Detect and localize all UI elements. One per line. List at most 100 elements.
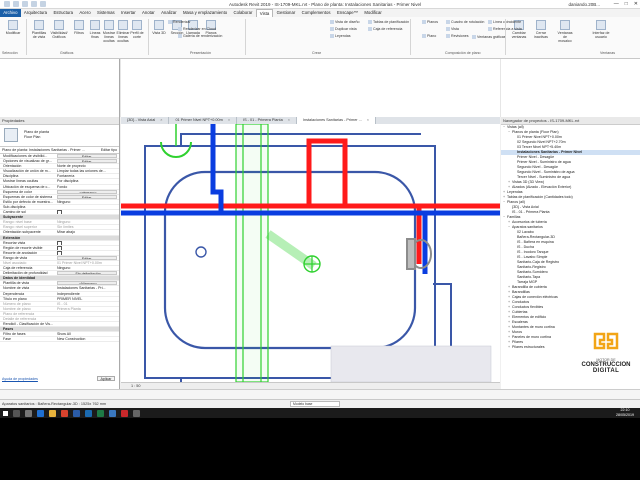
ribbon-small-13[interactable]: Ventanas gráficas — [472, 35, 506, 40]
window-controls[interactable]: — □ ✕ — [614, 0, 638, 9]
view-tab-0[interactable]: {3D} - Vista Axial × — [121, 117, 170, 124]
task-view-icon[interactable] — [22, 408, 34, 418]
property-checkbox[interactable] — [55, 241, 119, 245]
ribbon-small-15[interactable]: Plano — [422, 34, 436, 39]
ribbon-tool-2[interactable]: Visibilidad/ Gráficos — [50, 20, 68, 39]
property-value[interactable] — [55, 205, 119, 209]
ribbon-small-6[interactable]: Tablas de planificación — [368, 20, 409, 25]
property-value[interactable]: Norte de proyecto — [55, 164, 119, 168]
property-value[interactable]: Mirar abajo — [55, 230, 119, 234]
revit-icon[interactable] — [82, 408, 94, 418]
property-value[interactable]: Ninguno — [55, 200, 119, 204]
ribbon-tool-14[interactable]: Ventanas de mosaico — [556, 20, 574, 43]
menu-tab-3[interactable]: Acero — [76, 9, 94, 17]
property-edit-button[interactable]: Editar... — [57, 159, 117, 164]
ribbon-small-7[interactable]: Caja de referencia — [368, 27, 402, 32]
ribbon-small-8[interactable]: Planos — [422, 20, 438, 25]
ribbon-small-14[interactable]: Revisiones — [446, 34, 469, 39]
close-icon[interactable]: × — [288, 118, 290, 122]
menu-tab-13[interactable]: Enscape™ — [334, 9, 361, 17]
property-checkbox[interactable] — [55, 251, 119, 255]
bathtub[interactable] — [163, 170, 417, 350]
menu-tab-11[interactable]: Gestionar — [273, 9, 298, 17]
property-checkbox[interactable] — [55, 210, 119, 214]
property-value[interactable]: Ninguno — [55, 266, 119, 270]
edge-icon[interactable] — [34, 408, 46, 418]
property-value[interactable]: Independiente — [55, 292, 119, 296]
menu-tab-12[interactable]: Complementos — [298, 9, 333, 17]
view-control-bar[interactable]: 1 : 50 — [121, 382, 500, 389]
open-icon[interactable] — [4, 1, 10, 7]
property-edit-button[interactable]: Sin delimitación — [57, 271, 117, 276]
floor-plan-canvas[interactable] — [121, 124, 500, 382]
property-value[interactable]: PRIMER NIVEL — [55, 297, 119, 301]
property-checkbox[interactable] — [55, 246, 119, 250]
property-edit-button[interactable]: <ninguno> — [57, 189, 117, 194]
property-edit-button[interactable]: <Ninguno> — [57, 281, 117, 286]
property-edit-button[interactable]: Editar... — [57, 255, 117, 260]
menu-tab-5[interactable]: Insertar — [118, 9, 139, 17]
user-name[interactable]: daniando.20B... — [568, 0, 600, 9]
word-icon[interactable] — [70, 408, 82, 418]
type-selector[interactable]: Plano de planta Floor Plan — [0, 125, 119, 147]
menu-tab-8[interactable]: Masa y emplazamiento — [180, 9, 231, 17]
apply-button[interactable]: Aplicar — [97, 376, 115, 381]
close-icon[interactable]: ✕ — [634, 0, 638, 9]
property-value[interactable]: Ninguno — [55, 220, 119, 224]
close-icon[interactable]: × — [160, 118, 162, 122]
save-icon[interactable] — [13, 1, 19, 7]
menu-tab-2[interactable]: Estructura — [50, 9, 76, 17]
minimize-icon[interactable]: — — [614, 0, 619, 9]
property-value[interactable]: Por disciplina — [55, 179, 119, 183]
ribbon-small-4[interactable]: Duplicar vista — [330, 27, 357, 32]
property-edit-button[interactable]: Editar... — [57, 194, 117, 199]
property-edit-button[interactable]: Editar... — [57, 154, 117, 159]
view-tab-1[interactable]: 01 Primer Nivel NPT+0.00m × — [169, 117, 238, 124]
ribbon-small-3[interactable]: Vista de diseño — [330, 20, 360, 25]
red-pipes[interactable] — [121, 138, 500, 264]
menu-tab-0[interactable]: Archivo — [0, 9, 21, 17]
app-icon[interactable] — [130, 408, 142, 418]
instance-filter[interactable]: Plano de planta: Instalaciones Sanitaria… — [0, 147, 119, 154]
view-scale[interactable]: 1 : 50 — [131, 384, 141, 388]
ribbon-small-9[interactable]: Cuadro de rotulación — [446, 20, 484, 25]
menu-tab-7[interactable]: Analizar — [158, 9, 180, 17]
menu-tab-4[interactable]: Sistemas — [94, 9, 118, 17]
property-value[interactable] — [55, 312, 119, 316]
ribbon-tool-13[interactable]: Cerrar inactivas — [532, 20, 550, 39]
property-value[interactable]: Limpiar todas las uniones de... — [55, 169, 119, 173]
property-row[interactable]: Fase New Construction — [0, 337, 119, 343]
menu-tab-14[interactable]: Modificar — [361, 9, 385, 17]
start-icon[interactable] — [0, 408, 10, 418]
model-selector[interactable]: Modelo base — [290, 401, 340, 407]
ribbon-tool-0[interactable]: Modificar — [4, 20, 22, 35]
property-value[interactable]: 01 Primer Nivel NPT+0.00m — [55, 261, 119, 265]
drawing-area[interactable]: {3D} - Vista Axial × 01 Primer Nivel NPT+0… — [121, 117, 500, 389]
ribbon-small-1[interactable]: Renderizar en Cloud — [178, 27, 216, 32]
redo-icon[interactable] — [31, 1, 37, 7]
property-value[interactable]: Sin límites — [55, 225, 119, 229]
ribbon-small-12[interactable]: Vista — [446, 27, 459, 32]
ribbon-tool-7[interactable]: Perfil de corte — [128, 20, 146, 39]
ribbon-small-5[interactable]: Leyendas — [330, 34, 351, 39]
ribbon-small-0[interactable]: Renderizar — [168, 20, 191, 25]
menu-tab-1[interactable]: Arquitectura — [21, 9, 51, 17]
ribbon-tool-15[interactable]: Interfaz de usuario — [592, 20, 610, 39]
ribbon-tool-1[interactable]: Plantillas de vista — [30, 20, 48, 39]
menu-tab-10[interactable]: Vista — [255, 9, 274, 17]
search-icon[interactable] — [10, 408, 22, 418]
ribbon-tool-8[interactable]: Vista 3D — [150, 20, 168, 35]
property-value[interactable] — [55, 322, 119, 326]
properties-help-link[interactable]: Ayuda de propiedades — [2, 377, 38, 381]
property-value[interactable]: Primera Planta — [55, 307, 119, 311]
menu-tab-9[interactable]: Colaborar — [230, 9, 255, 17]
system-clock[interactable]: 22:10 28/05/2019 — [616, 408, 634, 417]
excel-icon[interactable] — [94, 408, 106, 418]
property-value[interactable]: Instalaciones Sanitarias - Pri... — [55, 286, 119, 290]
property-value[interactable]: Show All — [55, 332, 119, 336]
quick-access-toolbar[interactable] — [4, 1, 46, 7]
ribbon-small-2[interactable]: Galería de renderización — [178, 34, 222, 39]
undo-icon[interactable] — [22, 1, 28, 7]
property-value[interactable] — [55, 317, 119, 321]
close-icon[interactable]: × — [367, 118, 369, 122]
